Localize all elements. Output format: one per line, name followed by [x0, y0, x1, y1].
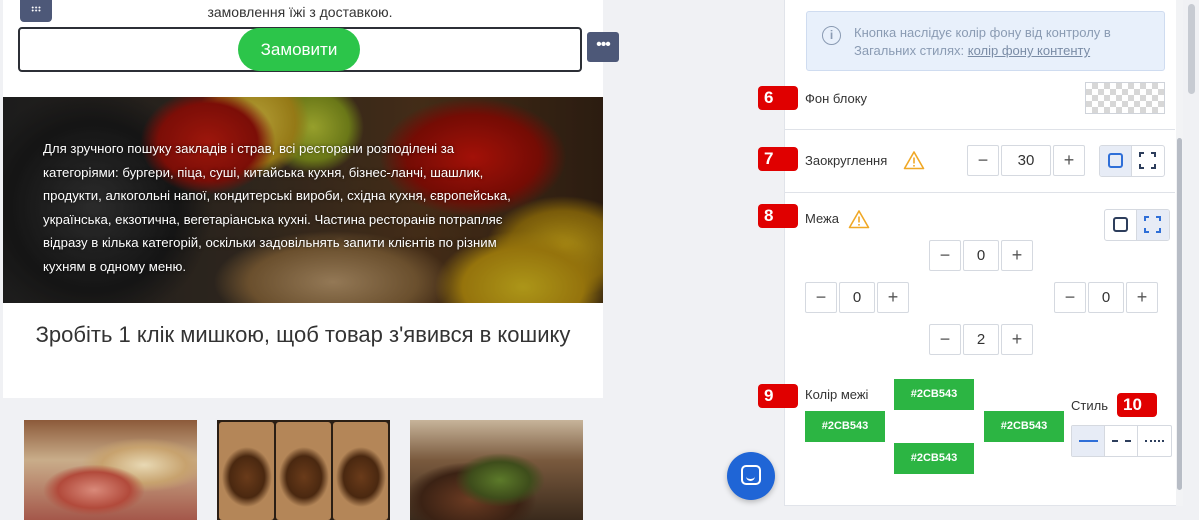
annotation-badge-10: 10	[1117, 393, 1157, 417]
product-image-salad[interactable]	[410, 420, 583, 520]
border-left-stepper: − 0 +	[805, 282, 909, 314]
block-bg-color-picker[interactable]	[1085, 82, 1165, 114]
border-right-decrease-button[interactable]: −	[1054, 282, 1086, 313]
panel-scrollbar-thumb[interactable]	[1177, 138, 1182, 490]
corners-icon	[1139, 152, 1156, 169]
info-icon: i	[822, 26, 841, 45]
coffee-panel	[276, 422, 331, 520]
block-bg-label: Фон блоку	[805, 91, 868, 106]
border-left-increase-button[interactable]: +	[877, 282, 909, 313]
chat-icon	[741, 465, 761, 485]
coffee-panel	[333, 422, 388, 520]
square-icon	[1113, 217, 1128, 232]
border-bottom-stepper: − 2 +	[929, 324, 1033, 356]
border-style-toggle	[1071, 425, 1172, 457]
border-left-decrease-button[interactable]: −	[805, 282, 837, 313]
order-button[interactable]: Замовити	[238, 28, 360, 71]
annotation-badge-7: 7	[758, 147, 798, 171]
border-left-color[interactable]: #2CB543	[805, 411, 885, 442]
border-right-stepper: − 0 +	[1054, 282, 1158, 314]
border-right-input[interactable]: 0	[1088, 282, 1124, 313]
border-color-label: Колір межі	[805, 387, 869, 402]
border-top-increase-button[interactable]: +	[1001, 240, 1033, 271]
annotation-badge-6: 6	[758, 86, 798, 110]
border-all-sides-button[interactable]	[1105, 210, 1137, 240]
border-style-label: Стиль	[1071, 398, 1108, 413]
dotted-line-icon	[1145, 440, 1164, 442]
rounding-mode-toggle	[1099, 145, 1165, 177]
border-right-color[interactable]: #2CB543	[984, 411, 1064, 442]
border-top-stepper: − 0 +	[929, 240, 1033, 272]
info-notice: i Кнопка наслідує колір фону від контрол…	[806, 11, 1165, 71]
rounding-decrease-button[interactable]: −	[967, 145, 999, 176]
rounding-label: Заокруглення	[805, 153, 888, 168]
settings-panel: i Кнопка наслідує колір фону від контрол…	[758, 0, 1183, 506]
intro-text: замовлення їжі з доставкою.	[207, 4, 393, 20]
window-scrollbar-thumb[interactable]	[1188, 4, 1195, 94]
warning-icon	[903, 151, 925, 170]
border-per-side-button[interactable]	[1137, 210, 1169, 240]
corners-icon	[1144, 216, 1161, 233]
rounding-value-input[interactable]: 30	[1001, 145, 1051, 176]
border-bottom-increase-button[interactable]: +	[1001, 324, 1033, 355]
border-mode-toggle	[1104, 209, 1170, 241]
rounding-all-corners-button[interactable]	[1100, 146, 1132, 176]
border-bottom-input[interactable]: 2	[963, 324, 999, 355]
border-style-solid-button[interactable]	[1072, 426, 1105, 456]
square-icon	[1108, 153, 1123, 168]
food-banner-image: Для зручного пошуку закладів і страв, вс…	[3, 97, 603, 303]
rounding-per-corner-button[interactable]	[1132, 146, 1164, 176]
border-left-input[interactable]: 0	[839, 282, 875, 313]
border-right-increase-button[interactable]: +	[1126, 282, 1158, 313]
border-label: Межа	[805, 211, 839, 226]
divider	[785, 129, 1175, 130]
annotation-badge-8: 8	[758, 204, 798, 228]
content-bg-color-link[interactable]: колір фону контенту	[968, 43, 1090, 58]
chat-widget-button[interactable]	[727, 452, 775, 500]
block-more-button[interactable]: •••	[587, 32, 619, 62]
product-image-meat[interactable]	[24, 420, 197, 520]
border-top-color[interactable]: #2CB543	[894, 379, 974, 410]
dashed-line-icon	[1112, 440, 1131, 442]
cart-headline: Зробіть 1 клік мишкою, щоб товар з'явивс…	[35, 322, 571, 347]
divider	[785, 192, 1175, 193]
border-style-dashed-button[interactable]	[1105, 426, 1138, 456]
rounding-stepper: − 30 +	[967, 145, 1085, 177]
banner-text: Для зручного пошуку закладів і страв, вс…	[43, 141, 511, 274]
border-bottom-decrease-button[interactable]: −	[929, 324, 961, 355]
border-style-dotted-button[interactable]	[1138, 426, 1171, 456]
solid-line-icon	[1079, 440, 1098, 442]
annotation-badge-9: 9	[758, 384, 798, 408]
border-top-input[interactable]: 0	[963, 240, 999, 271]
info-text: Кнопка наслідує колір фону від контролу …	[854, 24, 1154, 60]
rounding-increase-button[interactable]: +	[1053, 145, 1085, 176]
coffee-panel	[219, 422, 274, 520]
product-image-coffee[interactable]	[217, 420, 390, 520]
border-bottom-color[interactable]: #2CB543	[894, 443, 974, 474]
border-top-decrease-button[interactable]: −	[929, 240, 961, 271]
warning-icon	[848, 210, 870, 229]
